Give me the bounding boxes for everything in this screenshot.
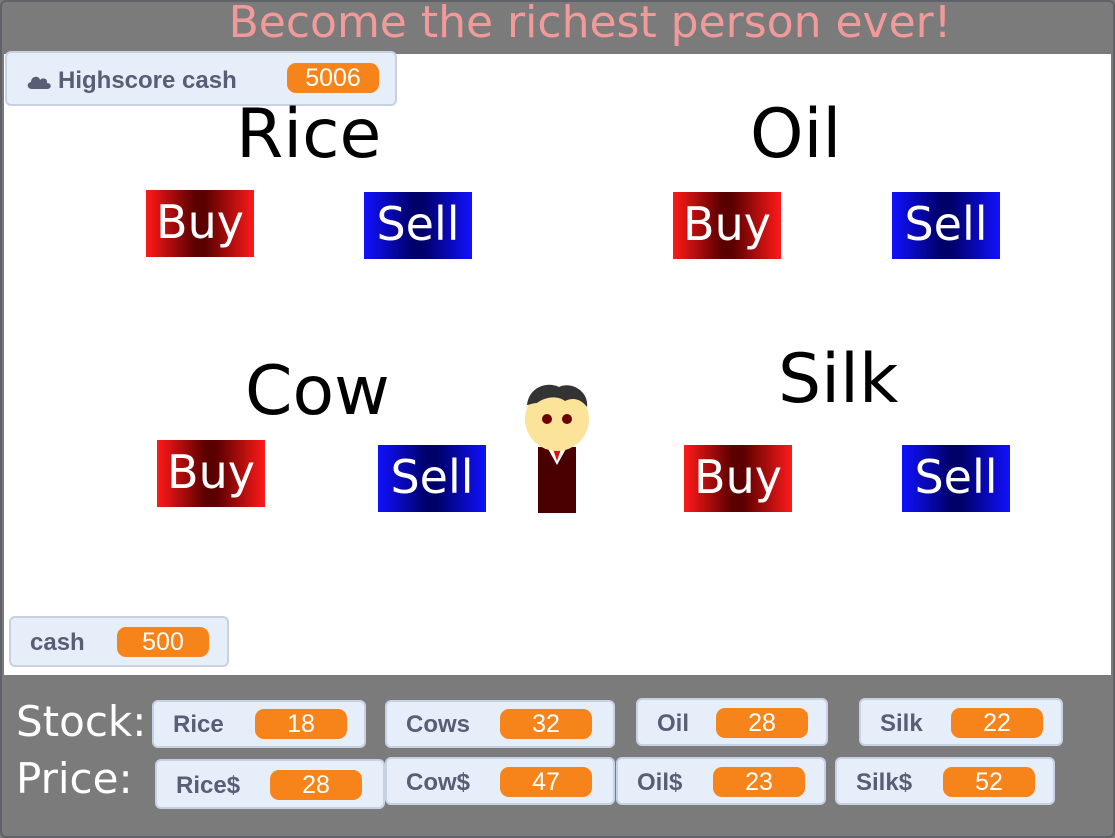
price-silk-label: Silk$ [856,769,913,796]
price-cow-label: Cow$ [406,769,471,796]
price-silk-value: 52 [943,767,1035,797]
highscore-value: 5006 [287,63,379,93]
stock-rice-monitor[interactable]: Rice 18 [152,700,366,748]
price-oil-label: Oil$ [637,769,683,796]
stock-silk-label: Silk [880,710,923,737]
oil-buy-button[interactable]: Buy [673,192,781,259]
game-stage: Become the richest person ever! Highscor… [0,0,1115,838]
stock-oil-monitor[interactable]: Oil 28 [636,698,828,746]
stock-rice-value: 18 [255,709,347,739]
rice-title: Rice [236,95,382,174]
cloud-icon [26,69,52,97]
silk-title: Silk [778,340,899,419]
price-oil-value: 23 [713,767,805,797]
stock-oil-label: Oil [657,710,690,737]
stock-silk-value: 22 [951,708,1043,738]
cow-sell-button[interactable]: Sell [378,445,486,512]
rice-buy-button[interactable]: Buy [146,190,254,257]
stock-cows-monitor[interactable]: Cows 32 [385,700,615,748]
game-title: Become the richest person ever! [228,0,952,48]
oil-sell-button[interactable]: Sell [892,192,1000,259]
stock-cows-value: 32 [500,709,592,739]
silk-sell-button[interactable]: Sell [902,445,1010,512]
price-cow-monitor[interactable]: Cow$ 47 [385,757,615,805]
highscore-label: Highscore cash [58,67,237,94]
price-oil-monitor[interactable]: Oil$ 23 [616,757,826,805]
cash-label: cash [30,629,85,656]
stock-oil-value: 28 [716,708,808,738]
play-area [4,54,1111,675]
businessman-sprite[interactable] [523,383,591,515]
price-silk-monitor[interactable]: Silk$ 52 [835,757,1055,805]
stock-cows-label: Cows [406,711,471,738]
price-rice-value: 28 [270,770,362,800]
stock-label: Stock: [16,697,147,746]
price-rice-label: Rice$ [176,772,241,799]
stock-silk-monitor[interactable]: Silk 22 [859,698,1063,746]
silk-buy-button[interactable]: Buy [684,445,792,512]
cow-buy-button[interactable]: Buy [157,440,265,507]
stock-rice-label: Rice [173,711,224,738]
price-rice-monitor[interactable]: Rice$ 28 [155,759,385,809]
rice-sell-button[interactable]: Sell [364,192,472,259]
cash-monitor[interactable]: cash 500 [9,616,229,667]
cow-title: Cow [245,352,390,431]
oil-title: Oil [750,95,842,174]
price-label: Price: [16,754,133,803]
price-cow-value: 47 [500,767,592,797]
cash-value: 500 [117,627,209,657]
